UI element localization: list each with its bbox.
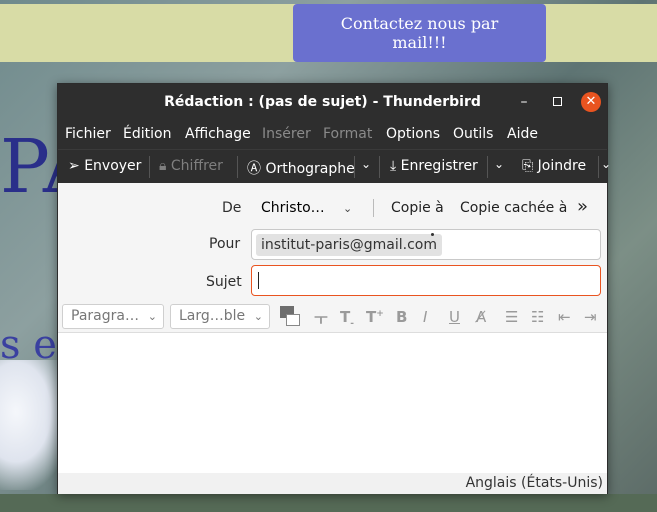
more-fields-chevron-icon[interactable]: »	[577, 196, 588, 217]
spelling-dropdown-chevron-icon[interactable]: ⌄	[361, 157, 371, 171]
subject-input[interactable]	[251, 265, 601, 296]
toolbar-separator	[149, 156, 150, 178]
compose-toolbar: ➢ Envoyer 🔒︎ Chiffrer Ⓐ Orthographe ⌄ ⤓ …	[58, 149, 611, 183]
menu-edition[interactable]: Édition	[123, 126, 171, 142]
menu-bar: Fichier Édition Affichage Insérer Format…	[58, 120, 607, 149]
chevron-down-icon: ⌄	[147, 310, 157, 323]
background-color-icon	[286, 314, 300, 326]
send-icon: ➢	[68, 158, 80, 174]
smaller-text-icon[interactable]: T-	[340, 308, 354, 329]
lock-icon: 🔒︎	[159, 158, 167, 174]
toolbar-separator	[487, 156, 488, 178]
status-bar: Anglais (États-Unis)	[58, 473, 607, 494]
attach-label: Joindre	[537, 158, 587, 174]
paperclip-icon: ⎘	[522, 158, 534, 174]
underline-icon[interactable]: U	[449, 308, 460, 326]
format-toolbar: Paragra… ⌄ Larg…ble ⌄ ㅜ T- T+ B I U A̸ ☰…	[58, 301, 607, 333]
cc-button[interactable]: Copie à	[391, 200, 444, 216]
spelling-icon: Ⓐ	[247, 161, 261, 177]
bullet-list-icon[interactable]: ☰	[505, 308, 518, 326]
menu-fichier[interactable]: Fichier	[65, 126, 111, 142]
bold-icon[interactable]: B	[396, 308, 407, 326]
menu-affichage[interactable]: Affichage	[185, 126, 251, 142]
attach-dropdown-chevron-icon[interactable]: ⌄	[601, 157, 611, 171]
font-select[interactable]: Larg…ble ⌄	[170, 304, 270, 329]
save-dropdown-chevron-icon[interactable]: ⌄	[494, 157, 504, 171]
menu-format[interactable]: Format	[323, 126, 372, 142]
toolbar-separator	[237, 156, 238, 178]
text-color-picker[interactable]	[280, 306, 302, 328]
from-chevron-down-icon[interactable]: ⌄	[343, 202, 352, 215]
encrypt-label: Chiffrer	[170, 158, 223, 174]
save-label: Enregistrer	[400, 158, 478, 174]
title-bar[interactable]: Rédaction : (pas de sujet) - Thunderbird…	[58, 84, 607, 120]
recipient-marker-icon	[431, 233, 434, 236]
menu-aide[interactable]: Aide	[507, 126, 538, 142]
from-label: De	[222, 200, 242, 216]
toolbar-separator	[354, 156, 355, 178]
send-button[interactable]: ➢ Envoyer	[68, 158, 141, 174]
to-field[interactable]: institut-paris@gmail.com	[251, 229, 601, 260]
numbered-list-icon[interactable]: ☷	[531, 308, 544, 326]
encrypt-button[interactable]: 🔒︎ Chiffrer	[159, 158, 223, 174]
larger-text-icon[interactable]: T+	[366, 308, 384, 326]
spelling-button[interactable]: Ⓐ Orthographe	[247, 158, 355, 178]
compose-window: Rédaction : (pas de sujet) - Thunderbird…	[57, 83, 611, 494]
indent-icon[interactable]: ⇥	[584, 308, 597, 326]
font-value: Larg…ble	[179, 308, 246, 324]
contact-button-line1: Contactez nous par	[340, 14, 499, 33]
to-label: Pour	[209, 236, 241, 252]
download-icon: ⤓	[390, 158, 397, 174]
background-subheading: s e	[0, 322, 57, 368]
menu-inserer[interactable]: Insérer	[262, 126, 311, 142]
attach-button[interactable]: ⎘ Joindre	[522, 158, 586, 174]
spelling-label: Orthographe	[265, 161, 355, 177]
maximize-button[interactable]	[547, 92, 567, 112]
message-body-editor[interactable]	[58, 334, 607, 474]
menu-outils[interactable]: Outils	[453, 126, 493, 142]
toolbar-separator	[598, 156, 599, 178]
paragraph-format-select[interactable]: Paragra… ⌄	[62, 304, 164, 329]
minimize-button[interactable]: –	[514, 92, 534, 112]
menu-options[interactable]: Options	[386, 126, 440, 142]
contact-button-line2: mail!!!	[392, 33, 447, 52]
from-select[interactable]: Christo…	[261, 200, 325, 216]
bcc-button[interactable]: Copie cachée à	[460, 200, 567, 216]
font-size-icon[interactable]: ㅜ	[314, 308, 328, 329]
field-separator	[373, 199, 374, 217]
paragraph-format-value: Paragra…	[71, 308, 139, 324]
remove-format-icon[interactable]: A̸	[476, 308, 486, 326]
send-label: Envoyer	[84, 158, 142, 174]
save-button[interactable]: ⤓ Enregistrer	[390, 158, 478, 174]
contact-button[interactable]: Contactez nous par mail!!!	[293, 4, 546, 62]
background-footer	[0, 494, 657, 512]
outdent-icon[interactable]: ⇤	[558, 308, 571, 326]
text-caret	[258, 272, 259, 289]
spellcheck-language[interactable]: Anglais (États-Unis)	[466, 475, 603, 491]
chevron-down-icon: ⌄	[253, 310, 263, 323]
close-button[interactable]: ✕	[581, 92, 601, 112]
toolbar-separator	[379, 156, 380, 178]
recipient-pill[interactable]: institut-paris@gmail.com	[256, 234, 442, 256]
subject-label: Sujet	[206, 274, 242, 290]
maximize-icon	[552, 97, 562, 106]
italic-icon[interactable]: I	[423, 308, 427, 326]
